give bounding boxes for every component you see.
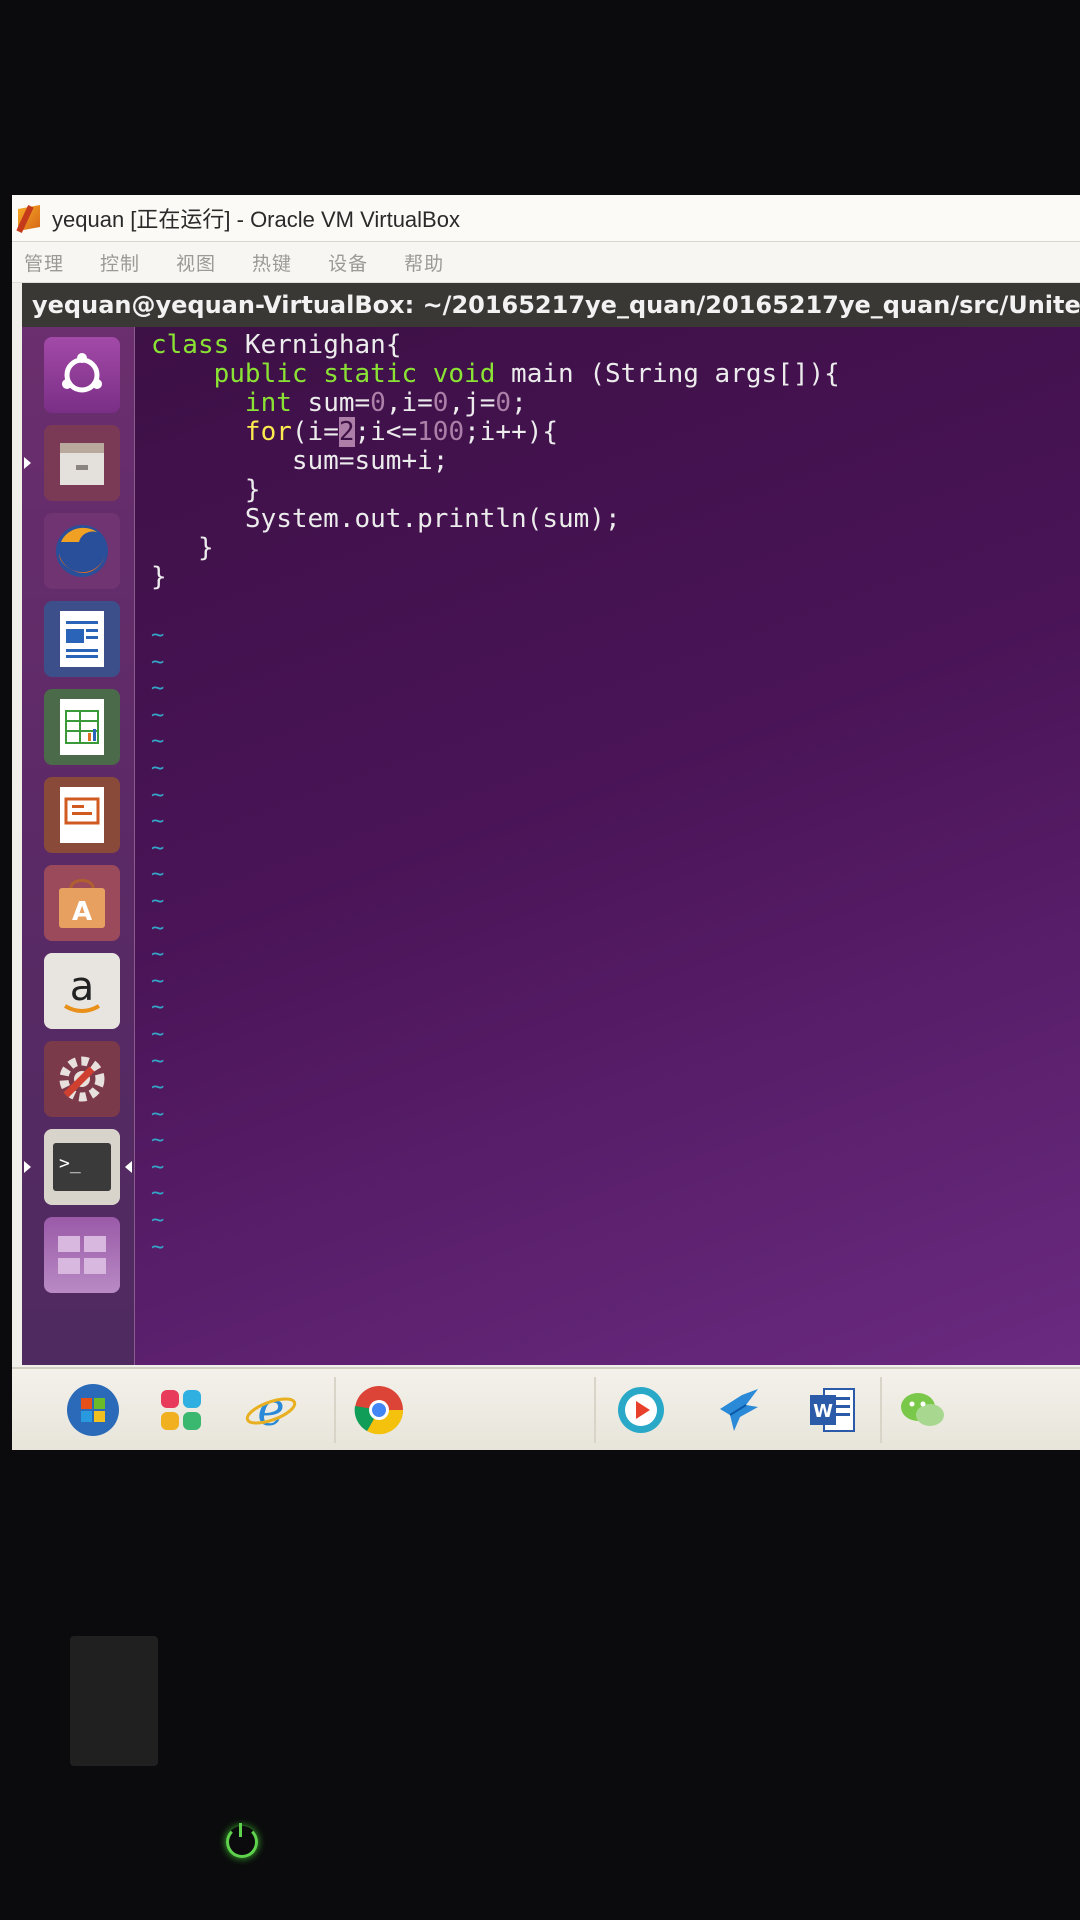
code-line-5: sum=sum+i; xyxy=(151,446,449,476)
windows-taskbar: e W xyxy=(12,1367,1080,1450)
code-line-3: int sum=0,i=0,j=0; xyxy=(244,388,527,418)
software-center-icon[interactable]: A xyxy=(42,863,122,943)
terminal-body[interactable]: class Kernighan{ public static void main… xyxy=(135,327,1080,1365)
monitor-screen: yequan [正在运行] - Oracle VM VirtualBox 管理 … xyxy=(12,195,1080,1450)
menu-help[interactable]: 帮助 xyxy=(404,249,444,276)
firefox-icon[interactable] xyxy=(42,511,122,591)
writer-icon[interactable] xyxy=(42,599,122,679)
files-icon[interactable] xyxy=(24,423,122,503)
menu-devices[interactable]: 设备 xyxy=(328,249,368,276)
chrome-icon[interactable] xyxy=(348,1379,410,1441)
system-settings-icon[interactable] xyxy=(42,1039,122,1119)
windows-start-icon[interactable] xyxy=(62,1379,124,1441)
workspace-icon[interactable] xyxy=(42,1215,122,1295)
svg-text:e: e xyxy=(257,1383,284,1436)
calc-icon[interactable] xyxy=(42,687,122,767)
wechat-icon[interactable] xyxy=(892,1379,954,1441)
ubuntu-launcher: A a >_ xyxy=(22,327,135,1365)
terminal-icon[interactable]: >_ xyxy=(24,1127,132,1207)
virtualbox-icon xyxy=(16,203,44,233)
code-editor: class Kernighan{ public static void main… xyxy=(151,331,840,592)
menu-view[interactable]: 视图 xyxy=(176,249,216,276)
amazon-letter: a xyxy=(70,964,95,1010)
code-line-7: System.out.println(sum); xyxy=(151,504,621,534)
menu-control[interactable]: 控制 xyxy=(100,249,140,276)
empty-line-markers: ~ ~ ~ ~ ~ ~ ~ ~ ~ ~ ~ ~ ~ ~ ~ ~ ~ ~ ~ ~ … xyxy=(151,623,165,1260)
word-letter: W xyxy=(813,1401,833,1422)
svg-text:>_: >_ xyxy=(59,1153,81,1174)
terminal-title-bar[interactable]: yequan@yequan-VirtualBox: ~/20165217ye_q… xyxy=(22,283,1080,327)
code-line-2: public static void main (String args[]){ xyxy=(213,359,840,389)
text-cursor: 2 xyxy=(338,417,355,447)
menu-hotkeys[interactable]: 热键 xyxy=(252,249,292,276)
ie-icon[interactable]: e xyxy=(240,1379,302,1441)
power-icon[interactable] xyxy=(226,1823,258,1858)
slack-like-icon[interactable] xyxy=(150,1379,212,1441)
menu-manage[interactable]: 管理 xyxy=(24,249,64,276)
feather-app-icon[interactable] xyxy=(708,1379,770,1441)
code-line-1: class Kernighan{ xyxy=(151,330,402,360)
monitor-bezel-label xyxy=(70,1636,158,1766)
code-line-6: } xyxy=(151,475,261,505)
vbox-title-bar[interactable]: yequan [正在运行] - Oracle VM VirtualBox xyxy=(12,195,1080,242)
code-line-4: for(i=2;i<=100;i++){ xyxy=(244,417,559,447)
word-icon[interactable]: W xyxy=(802,1379,864,1441)
media-player-icon[interactable] xyxy=(610,1379,672,1441)
code-line-9: } xyxy=(151,562,167,592)
code-line-8: } xyxy=(151,533,214,563)
vbox-menu-bar: 管理 控制 视图 热键 设备 帮助 xyxy=(12,242,1080,283)
vbox-window-title: yequan [正在运行] - Oracle VM VirtualBox xyxy=(52,207,460,232)
svg-text:A: A xyxy=(72,897,92,927)
impress-icon[interactable] xyxy=(42,775,122,855)
ubuntu-dash-icon[interactable] xyxy=(42,335,122,415)
terminal-window-title: yequan@yequan-VirtualBox: ~/20165217ye_q… xyxy=(32,291,1080,319)
amazon-icon[interactable]: a xyxy=(42,951,122,1031)
